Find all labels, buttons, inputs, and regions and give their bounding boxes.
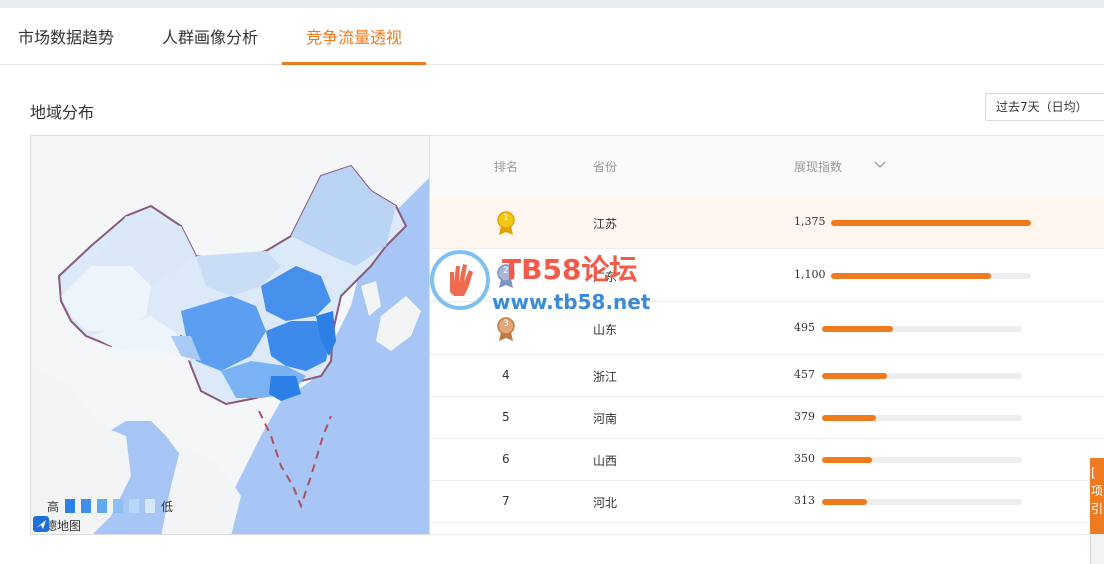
rank-number: 5 [502,410,510,424]
index-value: 1,375 [794,215,826,228]
index-bar-track [822,499,1022,505]
active-tab-underline [282,62,426,65]
header-province: 省份 [593,160,618,174]
index-bar-fill [822,373,887,379]
map-canvas [31,136,429,534]
rank-number: 1 [503,213,509,223]
index-value: 495 [794,321,815,334]
province-name: 浙江 [593,370,618,384]
index-bar-track [822,457,1022,463]
province-name: 河北 [593,496,618,510]
rank-number: 7 [502,494,510,508]
chevron-down-icon[interactable] [874,160,886,170]
header-rank: 排名 [494,160,519,174]
province-name: 江苏 [593,217,618,231]
province-name: 山东 [593,323,618,337]
index-value: 457 [794,368,815,381]
side-floating-tab-bottom[interactable] [1090,534,1104,564]
index-bar-fill [822,415,876,421]
index-bar-track [822,326,1022,332]
sea-boundary [258,410,332,509]
date-range-select[interactable]: 过去7天（日均） [985,93,1104,121]
index-value: 1,100 [794,268,826,281]
region-map[interactable]: 高 低 高德地图 [30,135,430,535]
legend-high-label: 高 [47,499,60,514]
index-bar-track [822,415,1022,421]
table-row[interactable]: 5 河南 379 [430,397,1104,439]
tab-crowd-profile[interactable]: 人群画像分析 [162,8,258,65]
province-name: 山西 [593,454,618,468]
rank-number: 6 [502,452,510,466]
index-bar-fill [831,220,1031,226]
index-bar-track [822,373,1022,379]
side-tab-label: [ 项 引 [1091,466,1104,516]
legend-swatch [113,499,124,513]
table-row[interactable]: 2 广东 1,100 [430,249,1104,302]
legend-swatch [129,499,140,513]
legend-swatch [65,499,76,513]
map-legend: 高 低 [47,498,173,514]
legend-swatch [81,499,92,513]
province-name: 河南 [593,412,618,426]
section-title: 地域分布 [30,103,95,122]
index-bar-fill [831,273,991,279]
amap-logo-icon [33,516,49,532]
table-row[interactable]: 1 江苏 1,375 [430,196,1104,249]
index-value: 350 [794,452,815,465]
legend-swatch [97,499,108,513]
table-row[interactable]: 6 山西 350 [430,439,1104,481]
tab-market-trend[interactable]: 市场数据趋势 [18,8,114,65]
province-name: 广东 [593,270,618,284]
index-bar-fill [822,457,872,463]
side-floating-tab[interactable]: [ 项 引 [1090,458,1104,534]
index-value: 379 [794,410,815,423]
tab-bar: 市场数据趋势 人群画像分析 竞争流量透视 [0,8,1104,65]
ranking-table: 排名 省份 展现指数 1 江苏 1,375 2 广东 1,100 3 山东 495 4 浙江 457 5… [430,135,1104,535]
land-area-korea [361,281,381,316]
index-bar-fill [822,499,867,505]
map-provider[interactable]: 高德地图 [33,516,81,534]
table-row[interactable]: 3 山东 495 [430,302,1104,355]
land-area-japan [376,296,421,351]
rank-number: 2 [503,266,509,276]
legend-swatch [145,499,156,513]
index-bar-fill [822,326,893,332]
index-bar-track [831,273,1031,279]
rank-number: 4 [502,368,510,382]
top-strip [0,0,1104,8]
tab-competition-traffic[interactable]: 竞争流量透视 [306,8,402,65]
table-row[interactable]: 7 河北 313 [430,481,1104,523]
table-header: 排名 省份 展现指数 [430,136,1104,196]
legend-low-label: 低 [161,499,174,514]
index-bar-track [831,220,1031,226]
rank-number: 3 [503,319,509,329]
table-row[interactable]: 4 浙江 457 [430,355,1104,397]
header-index[interactable]: 展现指数 [794,158,842,175]
index-value: 313 [794,494,815,507]
